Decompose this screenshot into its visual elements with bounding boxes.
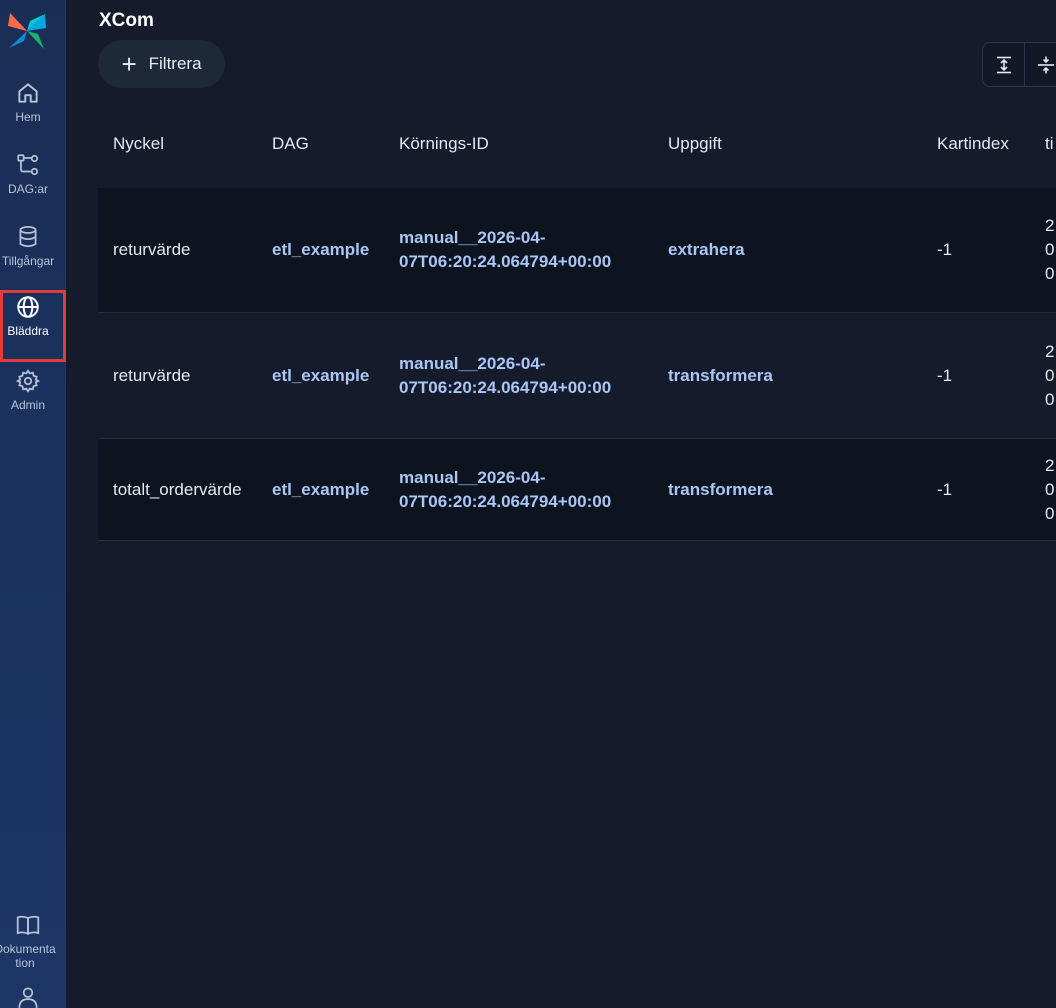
dag-icon (17, 154, 39, 176)
sidebar-item-docs[interactable]: Dokumenta tion (0, 908, 56, 970)
table-row: returvärde etl_example manual__2026-04- 0… (98, 313, 1056, 439)
sidebar-item-label: Bläddra (7, 324, 49, 338)
cell-timestamp: 200 (1045, 456, 1055, 523)
sidebar-item-label: Dokumenta tion (0, 942, 56, 970)
cell-timestamp: 200 (1045, 216, 1055, 283)
cell-dag-link[interactable]: etl_example (272, 238, 369, 262)
cell-run-id-link[interactable]: manual__2026-04- 07T06:20:24.064794+00:00 (399, 226, 611, 274)
collapse-rows-button[interactable] (1025, 43, 1056, 86)
expand-vertical-icon (996, 56, 1011, 73)
column-header-dag[interactable]: DAG (272, 134, 309, 154)
sidebar-item-admin[interactable]: Admin (0, 364, 56, 426)
database-icon (19, 226, 37, 248)
page-title: XCom (99, 10, 154, 31)
collapse-vertical-icon (1037, 56, 1054, 73)
column-header-key[interactable]: Nyckel (113, 134, 164, 154)
cell-run-id-link[interactable]: manual__2026-04- 07T06:20:24.064794+00:00 (399, 466, 611, 514)
cell-key: totalt_ordervärde (113, 480, 242, 499)
density-toolbar (982, 42, 1056, 87)
sidebar: Hem DAG:ar Tillgångar Bläddra Admin Doku… (0, 0, 66, 1008)
sidebar-item-label: Hem (15, 110, 41, 124)
app-root: Hem DAG:ar Tillgångar Bläddra Admin Doku… (0, 0, 1056, 1008)
user-icon (18, 987, 38, 1008)
cell-map-index: -1 (937, 366, 953, 385)
book-icon (16, 915, 40, 935)
table-row: returvärde etl_example manual__2026-04- 0… (98, 188, 1056, 313)
column-header-timestamp[interactable]: ti (1045, 134, 1054, 154)
expand-rows-button[interactable] (983, 43, 1025, 86)
airflow-logo[interactable] (6, 10, 48, 52)
cell-map-index: -1 (937, 480, 953, 499)
sidebar-item-home[interactable]: Hem (0, 76, 56, 138)
cell-dag-link[interactable]: etl_example (272, 364, 369, 388)
plus-icon: + (121, 49, 137, 79)
cell-timestamp: 200 (1045, 342, 1055, 409)
cell-key: returvärde (113, 366, 191, 385)
column-header-map-index[interactable]: Kartindex (937, 134, 1009, 154)
filter-button[interactable]: + Filtrera (98, 40, 225, 88)
cell-run-id-link[interactable]: manual__2026-04- 07T06:20:24.064794+00:00 (399, 352, 611, 400)
cell-key: returvärde (113, 240, 191, 259)
sidebar-item-label: DAG:ar (7, 182, 48, 196)
cell-task-link[interactable]: transformera (668, 364, 773, 388)
sidebar-item-browse[interactable]: Bläddra (0, 290, 66, 362)
sidebar-item-label: Admin (10, 398, 45, 412)
table-header: Nyckel DAG Körnings-ID Uppgift Kartindex… (98, 100, 1056, 188)
globe-icon (17, 296, 39, 318)
column-header-run-id[interactable]: Körnings-ID (399, 134, 489, 154)
sidebar-item-label: Tillgångar (1, 254, 55, 268)
home-icon (18, 83, 38, 103)
gear-icon (15, 369, 41, 393)
xcom-table: Nyckel DAG Körnings-ID Uppgift Kartindex… (98, 100, 1056, 541)
column-header-task[interactable]: Uppgift (668, 134, 722, 154)
sidebar-item-dags[interactable]: DAG:ar (0, 148, 56, 210)
sidebar-item-assets[interactable]: Tillgångar (0, 220, 56, 282)
filter-button-label: Filtrera (148, 54, 202, 73)
table-row: totalt_ordervärde etl_example manual__20… (98, 439, 1056, 541)
cell-dag-link[interactable]: etl_example (272, 478, 369, 502)
sidebar-item-user[interactable] (0, 980, 56, 1008)
cell-task-link[interactable]: extrahera (668, 238, 745, 262)
cell-map-index: -1 (937, 240, 953, 259)
cell-task-link[interactable]: transformera (668, 478, 773, 502)
